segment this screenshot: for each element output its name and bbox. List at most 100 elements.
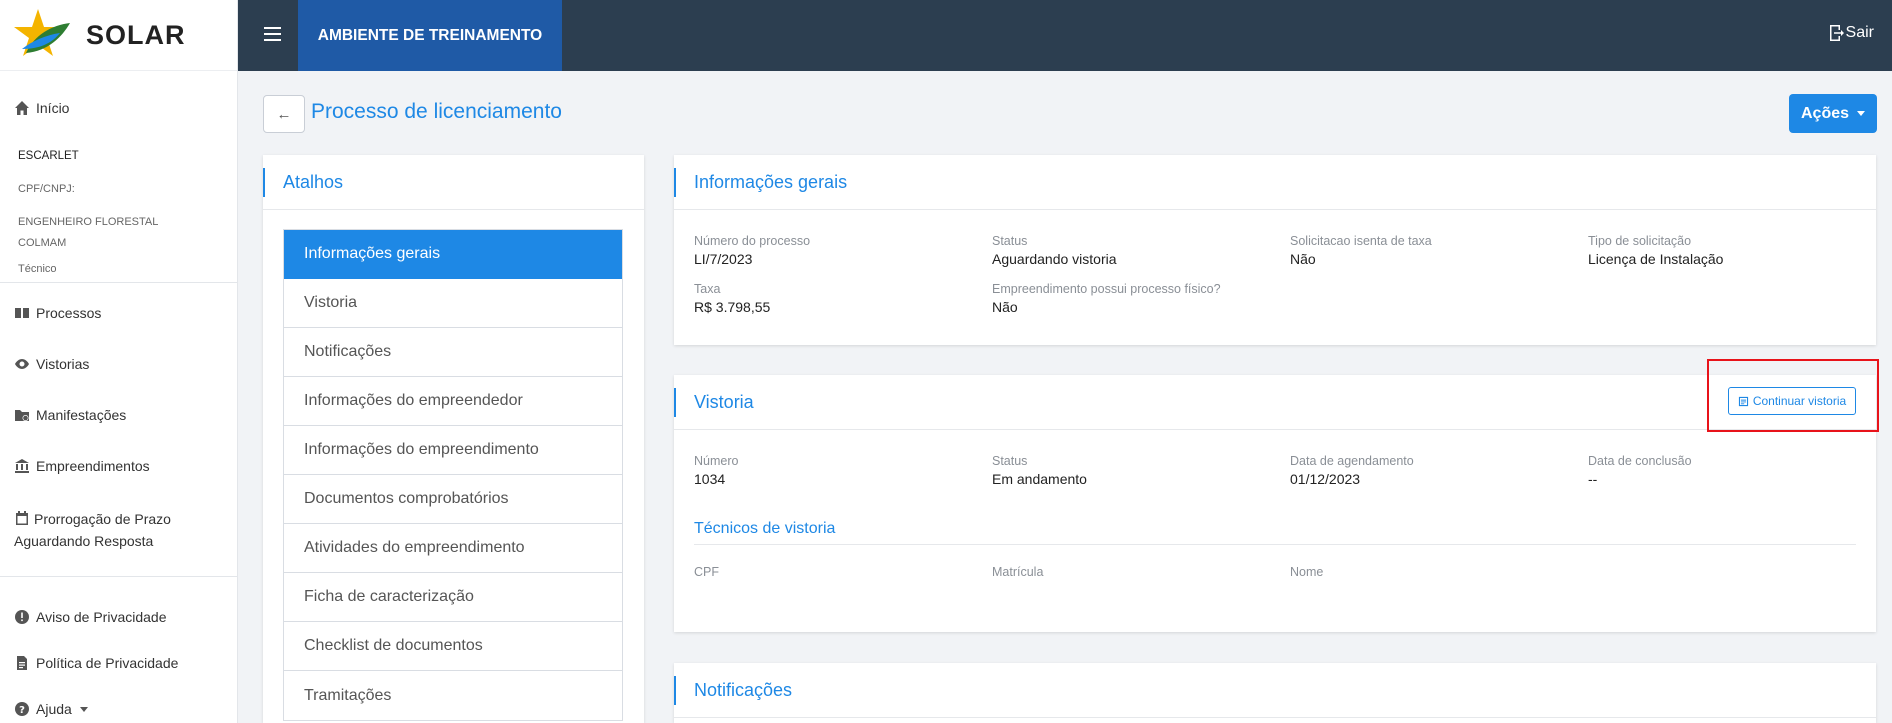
solar-logo-icon [14, 9, 70, 56]
sidebar-item-label: Empreendimentos [36, 458, 150, 474]
user-info: ESCARLET [0, 150, 237, 162]
book-icon [14, 305, 30, 321]
sidebar-item-privacy-notice[interactable]: Aviso de Privacidade [0, 609, 180, 625]
shortcut-general-info[interactable]: Informações gerais [284, 230, 622, 279]
shortcut-entrepreneur-info[interactable]: Informações do empreendedor [284, 377, 622, 426]
inspection-card: Vistoria Continuar vistoria Número 1034 … [674, 375, 1876, 632]
caret-down-icon [1857, 111, 1866, 116]
sidebar-item-enterprises[interactable]: Empreendimentos [0, 458, 164, 474]
back-button[interactable]: ← [263, 95, 305, 133]
sidebar-item-inspections[interactable]: Vistorias [0, 356, 103, 372]
logout-icon [1829, 25, 1844, 41]
field-value: Não [992, 299, 1018, 315]
eye-icon [14, 356, 30, 372]
field-label: Data de agendamento [1290, 454, 1414, 468]
shortcut-notifications[interactable]: Notificações [284, 328, 622, 377]
shortcuts-list: Informações gerais Vistoria Notificações… [283, 229, 623, 721]
sidebar-divider [0, 282, 237, 283]
document-icon [14, 655, 30, 671]
general-info-title: Informações gerais [694, 171, 848, 192]
shortcuts-header: Atalhos [263, 155, 644, 210]
help-icon: ? [14, 701, 30, 717]
field-label: Número [694, 454, 739, 468]
sidebar-item-privacy-policy[interactable]: Política de Privacidade [0, 655, 192, 671]
user-role-org: COLMAM [18, 237, 67, 249]
field-process-number: Número do processo LI/7/2023 [694, 234, 984, 267]
sidebar-item-help[interactable]: ? Ajuda [0, 701, 102, 717]
sidebar-item-home[interactable]: Início [0, 100, 83, 116]
top-bar: AMBIENTE DE TREINAMENTO Sair [238, 0, 1892, 71]
arrow-left-icon: ← [276, 105, 292, 123]
shortcut-characterization-form[interactable]: Ficha de caracterização [284, 573, 622, 622]
column-label: Matrícula [992, 565, 1044, 579]
shortcuts-card: Atalhos Informações gerais Vistoria Noti… [263, 155, 644, 723]
sidebar-item-deadline-extension[interactable]: Prorrogação de Prazo Aguardando Resposta [14, 508, 234, 552]
shortcut-enterprise-activities[interactable]: Atividades do empreendimento [284, 524, 622, 573]
alert-circle-icon [14, 609, 30, 625]
highlight-annotation [1707, 359, 1879, 432]
user-role: ENGENHEIRO FLORESTAL [18, 216, 159, 228]
field-value: Aguardando vistoria [992, 251, 1117, 267]
shortcut-inspection[interactable]: Vistoria [284, 279, 622, 328]
field-label: Solicitacao isenta de taxa [1290, 234, 1432, 248]
environment-label: AMBIENTE DE TREINAMENTO [298, 0, 562, 71]
notifications-title: Notificações [694, 679, 793, 700]
logo[interactable]: SOLAR [0, 0, 237, 71]
column-label: Nome [1290, 565, 1324, 579]
inspection-title: Vistoria [694, 391, 754, 412]
chevron-down-icon [79, 707, 88, 712]
field-label: Tipo de solicitação [1588, 234, 1692, 248]
actions-button[interactable]: Ações [1789, 94, 1877, 133]
sidebar: SOLAR Início ESCARLET CPF/CNPJ: ENGENHEI… [0, 0, 238, 723]
folder-alert-icon [14, 407, 30, 423]
shortcut-enterprise-info[interactable]: Informações do empreendimento [284, 426, 622, 475]
logout-button[interactable]: Sair [1828, 24, 1874, 42]
field-value: 01/12/2023 [1290, 471, 1361, 487]
user-profile: Técnico [18, 263, 57, 275]
field-inspection-status: Status Em andamento [992, 454, 1282, 487]
column-registration: Matrícula [992, 565, 1282, 579]
field-value: R$ 3.798,55 [694, 299, 771, 315]
field-status: Status Aguardando vistoria [992, 234, 1282, 267]
shortcuts-title: Atalhos [283, 171, 344, 192]
home-icon [14, 100, 30, 116]
sidebar-item-label: Manifestações [36, 407, 127, 423]
field-scheduled-date: Data de agendamento 01/12/2023 [1290, 454, 1580, 487]
field-label: Data de conclusão [1588, 454, 1692, 468]
field-value: -- [1588, 471, 1598, 487]
field-fee-exempt: Solicitacao isenta de taxa Não [1290, 234, 1580, 267]
general-info-header: Informações gerais [674, 155, 1876, 210]
shortcut-documents-checklist[interactable]: Checklist de documentos [284, 622, 622, 671]
shortcut-procedures[interactable]: Tramitações [284, 671, 622, 720]
column-label: CPF [694, 565, 719, 579]
sidebar-item-label: Vistorias [36, 356, 90, 372]
bank-icon [14, 458, 30, 474]
sidebar-item-label: Política de Privacidade [36, 655, 179, 671]
logout-label: Sair [1845, 24, 1874, 41]
field-value: LI/7/2023 [694, 251, 753, 267]
technicians-divider [694, 544, 1856, 545]
field-completion-date: Data de conclusão -- [1588, 454, 1878, 487]
field-label: Empreendimento possui processo físico? [992, 282, 1221, 296]
field-value: 1034 [694, 471, 726, 487]
field-label: Status [992, 454, 1028, 468]
sidebar-item-label: Ajuda [36, 701, 72, 717]
sidebar-item-label: Processos [36, 305, 102, 321]
technicians-title: Técnicos de vistoria [694, 520, 836, 537]
field-request-type: Tipo de solicitação Licença de Instalaçã… [1588, 234, 1878, 267]
notifications-header: Notificações [674, 663, 1876, 718]
page-title: Processo de licenciamento [311, 100, 562, 123]
svg-text:?: ? [19, 705, 25, 716]
sidebar-item-manifestations[interactable]: Manifestações [0, 407, 140, 423]
field-fee: Taxa R$ 3.798,55 [694, 282, 984, 315]
user-document: CPF/CNPJ: [18, 183, 75, 195]
sidebar-item-processes[interactable]: Processos [0, 305, 115, 321]
column-name: Nome [1290, 565, 1580, 579]
logo-text: SOLAR [86, 19, 186, 50]
field-label: Número do processo [694, 234, 811, 248]
notifications-card: Notificações [674, 663, 1876, 723]
field-value: Em andamento [992, 471, 1087, 487]
hamburger-menu-icon[interactable] [264, 27, 281, 41]
shortcut-supporting-documents[interactable]: Documentos comprobatórios [284, 475, 622, 524]
sidebar-item-label: Aviso de Privacidade [36, 609, 167, 625]
